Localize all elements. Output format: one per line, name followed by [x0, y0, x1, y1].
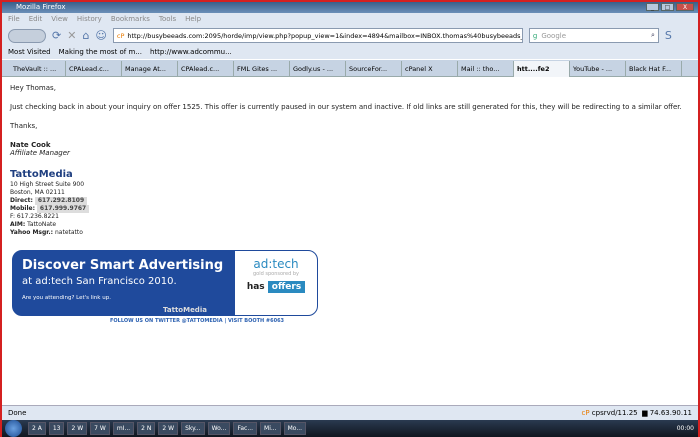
flag-icon: ▆ — [642, 409, 648, 417]
aim: TattoNate — [27, 221, 57, 228]
tab[interactable]: Black Hat F... — [626, 61, 682, 77]
window-title: Mozilla Firefox — [16, 3, 66, 11]
email-body: Just checking back in about your inquiry… — [10, 103, 682, 111]
minimize-button[interactable]: _ — [646, 3, 659, 11]
cpanel-icon: cP — [581, 409, 590, 417]
navigation-toolbar: ⟳ ✕ ⌂ ☺ cP http://busybeeads.com:2095/hor… — [2, 25, 698, 46]
reload-icon[interactable]: ⟳ — [52, 29, 61, 42]
maximize-button[interactable]: □ — [661, 3, 674, 11]
yahoo: natetatto — [55, 229, 83, 236]
cpanel-favicon: cP — [116, 31, 125, 40]
start-button[interactable] — [5, 420, 22, 437]
tab-bar: TheVault :: ... CPALead.c... Manage At... C… — [2, 60, 698, 77]
follow-line[interactable]: FOLLOW US ON TWITTER @TATTOMEDIA | VISIT… — [110, 318, 284, 324]
tab[interactable]: Godly.us - ... — [290, 61, 346, 77]
skype-icon[interactable]: S — [665, 29, 672, 42]
banner-headline: Discover Smart Advertising — [22, 258, 224, 273]
banner-small: Are you attending? Let's link up. — [22, 295, 111, 301]
status-bar: Done cP cpsrvd/11.25 ▆ 74.63.90.11 — [2, 405, 698, 420]
bookmarks-toolbar: Most Visited Making the most of m... http:… — [2, 46, 698, 59]
google-icon: g — [532, 31, 538, 40]
search-icon[interactable]: ⌕ — [651, 31, 655, 40]
menu-edit[interactable]: Edit — [29, 13, 43, 25]
title-bar: Mozilla Firefox _ □ X — [2, 2, 698, 13]
menu-tools[interactable]: Tools — [159, 13, 176, 25]
taskbar-item[interactable]: Fac... — [233, 422, 258, 435]
gold-sponsor: gold sponsored by — [253, 271, 299, 277]
has-text: has — [246, 282, 265, 292]
menu-file[interactable]: File — [8, 13, 20, 25]
menu-help[interactable]: Help — [185, 13, 201, 25]
taskbar-item[interactable]: 2 A — [28, 422, 46, 435]
aim-label: AIM: — [10, 221, 26, 228]
bookmark-item[interactable]: http://www.adcommu... — [150, 46, 232, 59]
taskbar: 2 A 13 2 W7 WmI... 2 N2 W Sky... Wo... Fac... M… — [2, 420, 698, 437]
mobile-phone[interactable]: 617.999.9767 — [36, 205, 90, 213]
taskbar-item[interactable]: 13 — [48, 422, 65, 435]
fax: F: 617.236.8221 — [10, 213, 59, 220]
greeting: Hey Thomas, — [10, 84, 56, 92]
menu-history[interactable]: History — [77, 13, 102, 25]
taskbar-item[interactable]: mI... — [112, 422, 135, 435]
offers-text: offers — [267, 281, 306, 293]
company-name: TattoMedia — [10, 169, 73, 180]
tab[interactable]: YouTube - ... — [570, 61, 626, 77]
tab-active[interactable]: htt....fe2 — [514, 61, 570, 77]
bookmark-item[interactable]: Making the most of m... — [59, 46, 142, 59]
search-placeholder: Google — [541, 31, 567, 40]
hasoffers-logo: has offers — [235, 281, 317, 293]
tab[interactable]: CPAlead.c... — [178, 61, 234, 77]
taskbar-item[interactable]: Sky... — [181, 422, 205, 435]
tab[interactable]: SourceFor... — [346, 61, 402, 77]
email-content: Hey Thomas, Just checking back in about … — [2, 78, 698, 405]
tab[interactable]: TheVault :: ... — [10, 61, 66, 77]
sender-name: Nate Cook — [10, 141, 51, 149]
taskbar-item[interactable]: 2 N — [137, 422, 156, 435]
adtech-logo: ad:tech — [253, 257, 299, 271]
taskbar-item[interactable]: Mi... — [260, 422, 281, 435]
tab[interactable]: FML Gites ... — [234, 61, 290, 77]
ip-text: 74.63.90.11 — [649, 409, 692, 417]
address-line: Boston, MA 02111 — [10, 189, 65, 196]
taskbar-item[interactable]: 2 W — [158, 422, 179, 435]
search-input[interactable]: g Google ⌕ — [528, 28, 659, 43]
adtech-banner[interactable]: Discover Smart Advertising at ad:tech Sa… — [12, 250, 318, 316]
addon-icon[interactable]: ☺ — [95, 29, 106, 42]
direct-phone[interactable]: 617.292.8109 — [34, 197, 88, 205]
url-bar[interactable]: cP http://busybeeads.com:2095/horde/imp/v… — [112, 28, 523, 43]
tab[interactable]: Manage At... — [122, 61, 178, 77]
sender-title: Affiliate Manager — [10, 149, 70, 157]
signature: 10 High Street Suite 900 Boston, MA 0211… — [10, 181, 690, 237]
clock[interactable]: 00:00 — [677, 425, 698, 432]
url-text: http://busybeeads.com:2095/horde/imp/vie… — [127, 31, 523, 40]
menu-view[interactable]: View — [51, 13, 68, 25]
bookmark-item[interactable]: Most Visited — [8, 46, 51, 59]
yahoo-label: Yahoo Msgr.: — [10, 229, 54, 236]
stop-icon[interactable]: ✕ — [67, 29, 76, 42]
address-line: 10 High Street Suite 900 — [10, 181, 85, 188]
menu-bookmarks[interactable]: Bookmarks — [111, 13, 150, 25]
closing: Thanks, — [10, 122, 38, 130]
taskbar-item[interactable]: Mo... — [283, 422, 307, 435]
server-text: cpsrvd/11.25 — [591, 409, 638, 417]
taskbar-item[interactable]: 7 W — [90, 422, 110, 435]
close-button[interactable]: X — [676, 3, 694, 11]
taskbar-item[interactable]: Wo... — [207, 422, 231, 435]
banner-brand: TattoMedia — [163, 306, 207, 314]
back-forward-button[interactable] — [8, 28, 46, 43]
mobile-label: Mobile: — [10, 205, 35, 212]
tab[interactable]: Mail :: tho... — [458, 61, 514, 77]
taskbar-item[interactable]: 2 W — [67, 422, 88, 435]
menu-bar: File Edit View History Bookmarks Tools Help — [2, 13, 698, 25]
tab[interactable]: cPanel X — [402, 61, 458, 77]
tab[interactable]: CPALead.c... — [66, 61, 122, 77]
status-text: Done — [8, 409, 27, 417]
banner-sponsor: ad:tech gold sponsored by has offers — [235, 251, 317, 315]
direct-label: Direct: — [10, 197, 33, 204]
banner-subheadline: at ad:tech San Francisco 2010. — [22, 276, 177, 287]
home-icon[interactable]: ⌂ — [82, 29, 89, 42]
